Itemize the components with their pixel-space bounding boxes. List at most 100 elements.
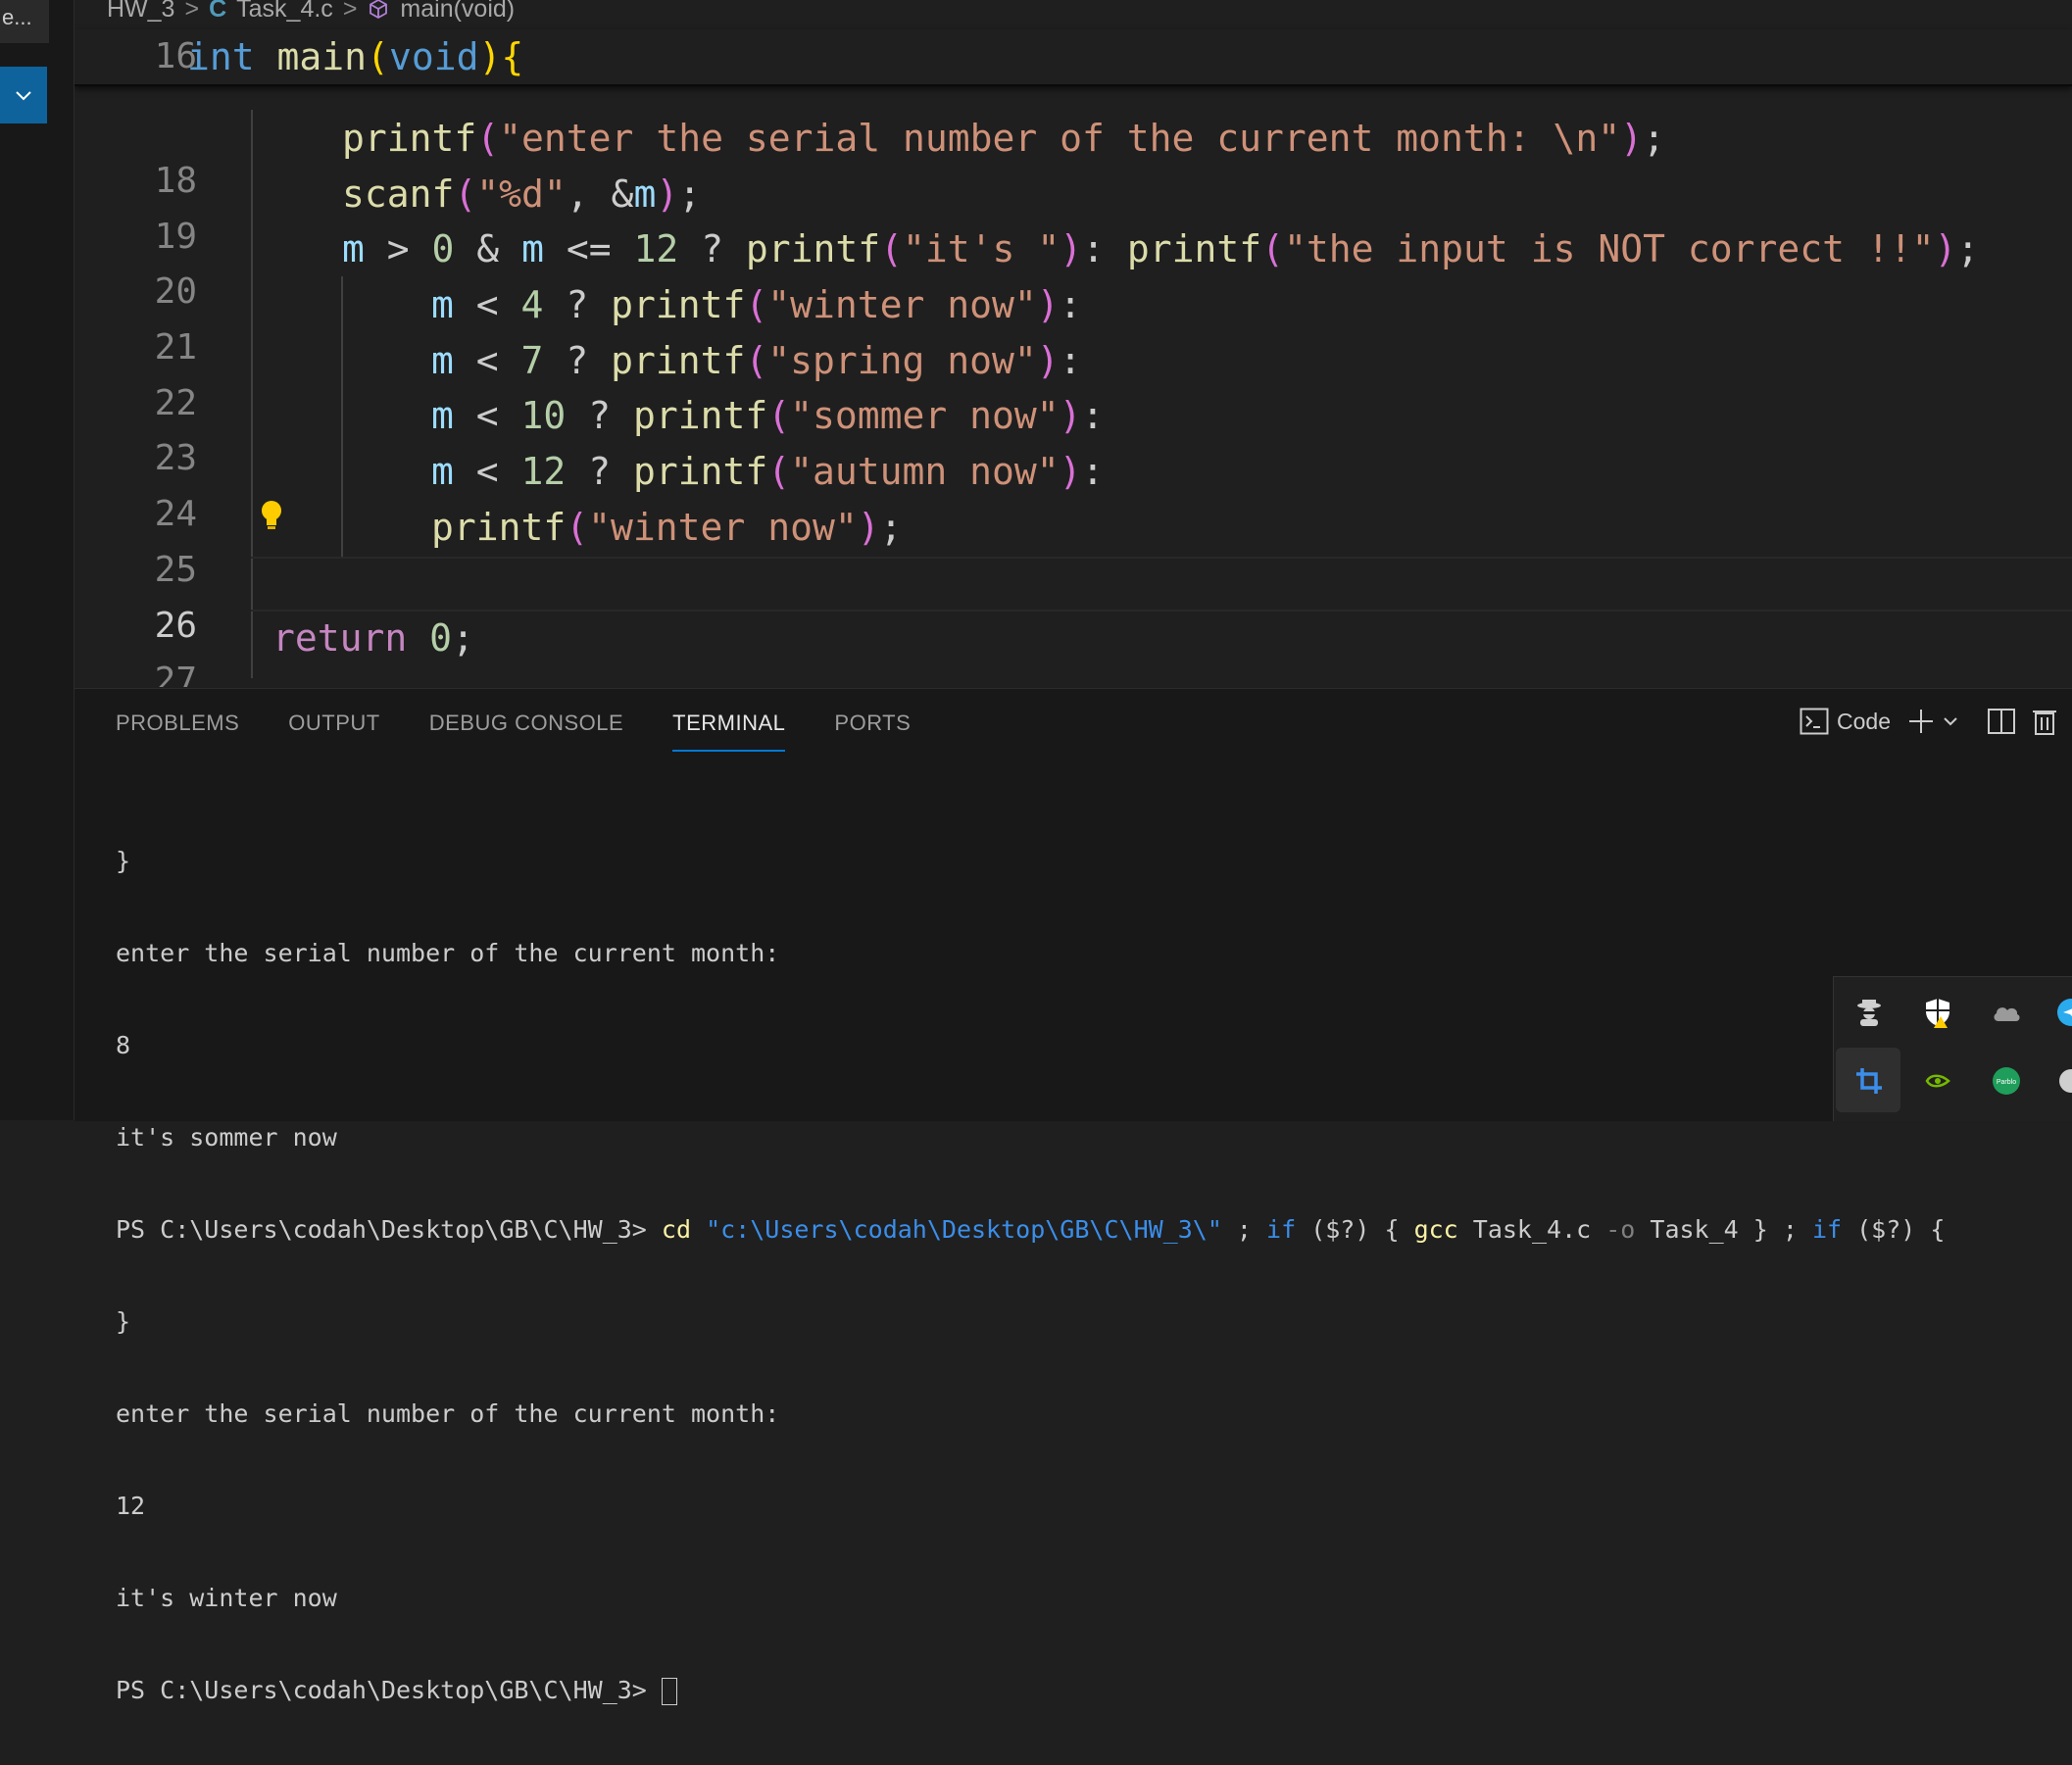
code-token: m — [431, 450, 454, 493]
terminal-profile-button[interactable]: Code — [1800, 708, 1891, 735]
chevron-right-icon: > — [342, 0, 358, 23]
code-token: ( — [745, 283, 768, 326]
telegram-icon[interactable] — [2051, 993, 2072, 1032]
terminal-icon — [1800, 708, 1829, 735]
code-token: m — [521, 227, 544, 270]
code-token: ) — [1060, 227, 1083, 270]
sticky-scroll-line[interactable]: 16 int main(void){ — [74, 29, 2072, 86]
cloud-icon[interactable] — [1987, 993, 2026, 1032]
cube-icon — [370, 0, 388, 20]
breadcrumb-file[interactable]: Task_4.c — [236, 0, 333, 24]
code-token: <= — [543, 227, 634, 270]
terminal-prompt: PS C:\Users\codah\Desktop\GB\C\HW_3> — [116, 1215, 662, 1244]
breadcrumb-folder[interactable]: HW_3 — [107, 0, 174, 24]
spy-icon[interactable] — [1850, 993, 1889, 1032]
terminal-prompt: PS C:\Users\codah\Desktop\GB\C\HW_3> — [116, 1676, 662, 1704]
line-number: 27 — [154, 661, 197, 687]
bottom-panel: PROBLEMS OUTPUT DEBUG CONSOLE TERMINAL P… — [74, 688, 2072, 1705]
code-line-23[interactable]: 23 m < 10 ? printf("sommer now"): — [74, 388, 2072, 478]
code-token: ) — [1059, 450, 1082, 493]
trash-icon[interactable] — [2032, 707, 2057, 736]
code-line-26[interactable]: 26 — [74, 556, 2072, 646]
code-token: ) — [1036, 339, 1060, 382]
parblo-icon[interactable]: Parblo — [1987, 1061, 2026, 1101]
code-token: ( — [880, 227, 904, 270]
shield-warning-icon[interactable] — [1918, 993, 1957, 1032]
code-line-24[interactable]: 24 m < 12 ? printf("autumn now"): — [74, 444, 2072, 534]
code-token: ? — [566, 450, 633, 493]
code-token: ; — [1956, 227, 1980, 270]
code-token: ( — [767, 394, 791, 437]
code-token: < — [453, 283, 521, 326]
system-tray-overflow: Parblo — [1833, 976, 2072, 1121]
code-line-18[interactable]: 18 printf("enter the serial number of th… — [74, 111, 2072, 201]
terminal-command-line: PS C:\Users\codah\Desktop\GB\C\HW_3> cd … — [116, 1212, 1945, 1248]
tab-problems[interactable]: PROBLEMS — [116, 711, 239, 752]
tab-output[interactable]: OUTPUT — [288, 711, 379, 752]
code-line-22[interactable]: 22 m < 7 ? printf("spring now"): — [74, 333, 2072, 423]
unknown-icon[interactable] — [2051, 1061, 2072, 1101]
terminal-token: "c:\Users\codah\Desktop\GB\C\HW_3\" — [706, 1215, 1222, 1244]
code-token: { — [501, 35, 524, 78]
code-token: ? — [543, 283, 612, 326]
code-token: > — [364, 227, 432, 270]
code-token: ) — [656, 172, 679, 216]
code-token: "enter the serial number of the current … — [499, 117, 1621, 160]
tab-ports[interactable]: PORTS — [834, 711, 911, 752]
nvidia-icon[interactable] — [1918, 1061, 1957, 1101]
code-line-25[interactable]: 25 printf("winter now"); — [74, 500, 2072, 590]
terminal-line: it's sommer now — [116, 1123, 337, 1152]
tab-terminal[interactable]: TERMINAL — [672, 711, 786, 752]
code-token: 0 — [429, 616, 453, 660]
code-token: printf — [632, 394, 768, 437]
split-terminal-icon[interactable] — [1987, 708, 2016, 735]
code-token: < — [453, 394, 521, 437]
code-token: printf — [611, 283, 746, 326]
code-line-19[interactable]: 19 scanf("%d", &m); — [74, 167, 2072, 257]
sidebar-truncated-item[interactable]: e... — [0, 0, 49, 43]
code-token: ; — [452, 616, 474, 660]
code-token: 10 — [520, 394, 567, 437]
code-token: < — [453, 339, 521, 382]
code-token: printf — [342, 117, 477, 160]
code-token: main — [276, 35, 368, 78]
terminal-prompt-line[interactable]: PS C:\Users\codah\Desktop\GB\C\HW_3> — [116, 1673, 1945, 1708]
terminal-token: ; — [1221, 1215, 1267, 1244]
code-editor[interactable]: HW_3 > C Task_4.c > main(void) 16 int ma… — [74, 0, 2072, 687]
c-file-icon: C — [209, 0, 227, 23]
code-token: ) — [478, 35, 502, 78]
code-token: m — [633, 172, 657, 216]
code-token: ( — [566, 506, 589, 549]
terminal-line: } — [116, 1307, 131, 1336]
code-line-20[interactable]: 20 m > 0 & m <= 12 ? printf("it's "): pr… — [74, 221, 2072, 312]
code-token: : — [1059, 283, 1082, 326]
terminal-token: Task_4.c — [1457, 1215, 1606, 1244]
tab-debug-console[interactable]: DEBUG CONSOLE — [429, 711, 623, 752]
code-token: "winter now" — [767, 283, 1037, 326]
code-token: m — [431, 394, 454, 437]
lightbulb-icon[interactable] — [257, 498, 286, 533]
breadcrumb-symbol[interactable]: main(void) — [400, 0, 515, 24]
panel-tabs: PROBLEMS OUTPUT DEBUG CONSOLE TERMINAL P… — [116, 711, 911, 752]
code-line-21[interactable]: 21 m < 4 ? printf("winter now"): — [74, 277, 2072, 368]
code-token: ) — [857, 506, 880, 549]
code-token: ? — [678, 227, 746, 270]
code-line-27[interactable]: 27 return 0; — [74, 611, 2072, 687]
terminal-line: enter the serial number of the current m… — [116, 1399, 780, 1428]
code-token: void — [388, 35, 479, 78]
collapse-button[interactable] — [0, 67, 47, 123]
terminal-output[interactable]: } enter the serial number of the current… — [116, 787, 1945, 1765]
add-terminal-icon[interactable] — [1906, 707, 1936, 736]
code-token: "%d" — [476, 172, 567, 216]
code-token: ( — [767, 450, 791, 493]
terminal-line: 12 — [116, 1492, 146, 1520]
code-token: m — [431, 283, 454, 326]
chevron-down-icon[interactable] — [1942, 712, 1959, 730]
code-token: ; — [678, 172, 702, 216]
code-token: return — [272, 616, 408, 660]
terminal-token: -o — [1605, 1215, 1636, 1244]
code-token: : — [1082, 227, 1127, 270]
crop-icon[interactable] — [1850, 1061, 1889, 1101]
